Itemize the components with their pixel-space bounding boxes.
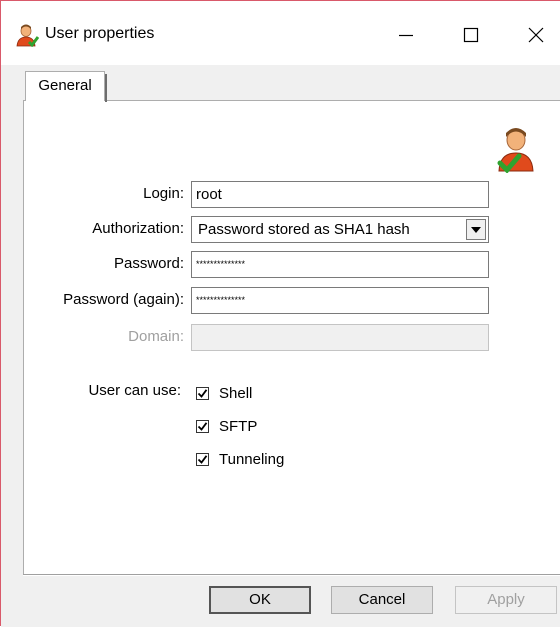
password-again-input[interactable]: ************** [191,287,489,314]
authorization-selected-value: Password stored as SHA1 hash [198,221,410,238]
maximize-button[interactable] [448,15,494,55]
check-icon [197,388,208,398]
password-again-label: Password (again): [63,291,184,308]
tab-general[interactable]: General [25,71,107,102]
password-input[interactable]: ************** [191,251,489,278]
password-label: Password: [113,255,184,272]
tunneling-label: Tunneling [219,450,285,468]
separator [23,574,560,576]
sftp-label: SFTP [219,417,258,435]
tunneling-checkbox[interactable] [196,452,209,466]
chevron-down-icon [471,226,481,233]
authorization-label: Authorization: [92,220,184,237]
minimize-button[interactable] [383,15,429,55]
tunneling-checkbox-row[interactable]: Tunneling [196,449,284,469]
check-icon [197,421,208,431]
button-bar: OK Cancel Apply [1,574,560,627]
user-check-icon [492,125,540,174]
user-icon [15,23,40,48]
close-icon [528,27,544,43]
login-label: Login: [143,185,184,202]
authorization-select[interactable]: Password stored as SHA1 hash [191,216,489,243]
shell-label: Shell [219,384,253,402]
cancel-button[interactable]: Cancel [331,586,433,614]
ok-button[interactable]: OK [209,586,311,614]
window-title: User properties [45,25,155,42]
dialog-client-area: General Login: root Authorization: Passw… [1,65,560,627]
tab-strip: General [1,65,560,102]
login-input[interactable]: root [191,181,489,208]
close-button[interactable] [513,15,559,55]
user-can-use-label: User can use: [88,382,181,399]
shell-checkbox[interactable] [196,386,209,400]
sftp-checkbox-row[interactable]: SFTP [196,416,257,436]
apply-button[interactable]: Apply [455,586,557,614]
maximize-icon [463,27,479,43]
dropdown-button[interactable] [466,219,486,240]
sftp-checkbox[interactable] [196,419,209,433]
minimize-icon [399,34,413,37]
domain-label: Domain: [128,328,184,345]
check-icon [197,454,208,464]
domain-input [191,324,489,351]
title-bar[interactable]: User properties [1,1,560,65]
general-tab-panel: Login: root Authorization: Password stor… [23,100,560,574]
shell-checkbox-row[interactable]: Shell [196,383,252,403]
user-properties-window: User properties General Login: root Auth… [0,0,560,627]
